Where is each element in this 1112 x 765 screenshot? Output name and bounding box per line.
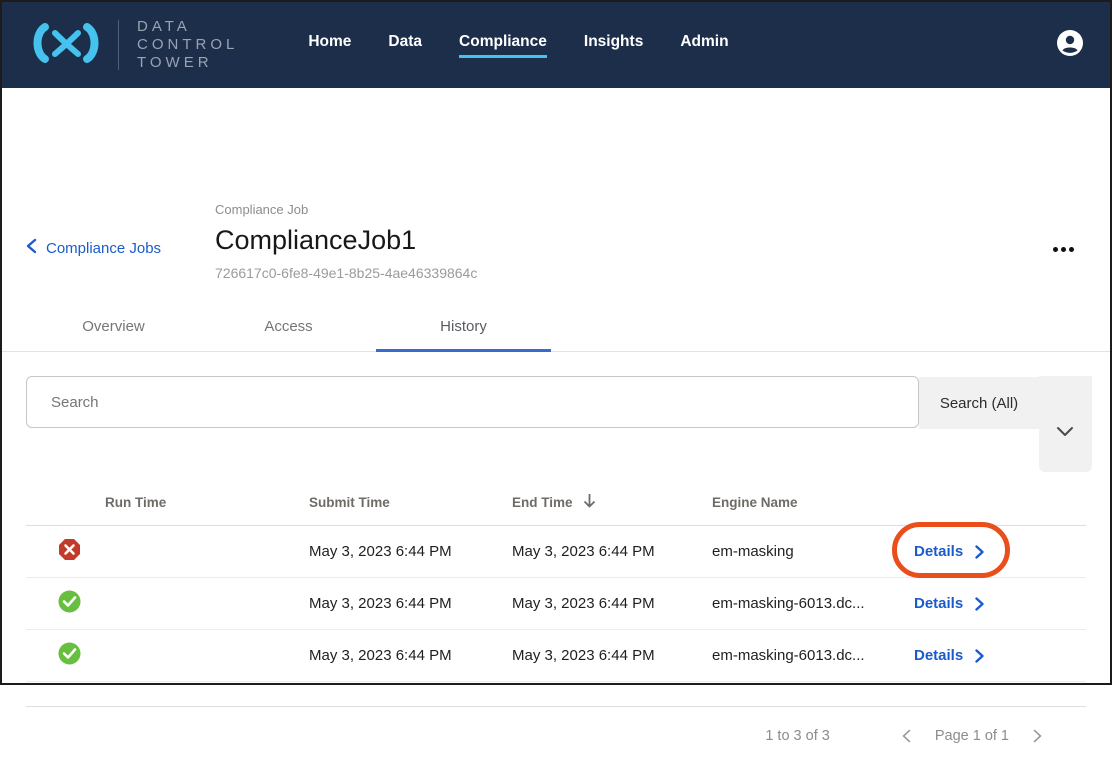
tab-overview[interactable]: Overview xyxy=(26,306,201,352)
end-time-cell: May 3, 2023 6:44 PM xyxy=(512,647,712,664)
column-header-end-time[interactable]: End Time xyxy=(512,493,712,512)
user-avatar-icon[interactable] xyxy=(1056,29,1084,62)
table-row: May 3, 2023 6:44 PM May 3, 2023 6:44 PM … xyxy=(26,526,1086,578)
top-navbar: DATA CONTROL TOWER Home Data Compliance … xyxy=(2,2,1110,88)
search-scope-dropdown-button[interactable] xyxy=(1039,376,1092,472)
engine-name-cell: em-masking xyxy=(712,543,892,560)
page-title: ComplianceJob1 xyxy=(215,225,477,256)
chevron-right-icon xyxy=(1033,729,1042,743)
nav-item-data[interactable]: Data xyxy=(388,33,422,58)
main-nav: Home Data Compliance Insights Admin xyxy=(308,33,728,58)
tab-access[interactable]: Access xyxy=(201,306,376,352)
brand-divider xyxy=(118,20,119,70)
chevron-down-icon xyxy=(1056,426,1074,437)
submit-time-cell: May 3, 2023 6:44 PM xyxy=(309,595,512,612)
end-time-cell: May 3, 2023 6:44 PM xyxy=(512,595,712,612)
nav-item-insights[interactable]: Insights xyxy=(584,33,643,58)
search-scope-selector[interactable]: Search (All) xyxy=(919,377,1039,429)
pagination-bar: 1 to 3 of 3 Page 1 of 1 xyxy=(2,707,1110,765)
end-time-cell: May 3, 2023 6:44 PM xyxy=(512,543,712,560)
table-footer-spacer xyxy=(26,682,1086,707)
sort-desc-icon xyxy=(583,493,596,512)
status-success-icon xyxy=(58,642,81,670)
previous-page-button[interactable] xyxy=(898,725,915,747)
table-header-row: Run Time Submit Time End Time Engine Nam… xyxy=(26,480,1086,526)
status-error-icon xyxy=(58,538,81,566)
table-row: May 3, 2023 6:44 PM May 3, 2023 6:44 PM … xyxy=(26,630,1086,682)
delphix-logo-icon[interactable] xyxy=(28,17,104,74)
ellipsis-icon xyxy=(1053,247,1058,252)
entity-type-label: Compliance Job xyxy=(215,202,477,217)
chevron-right-icon xyxy=(975,545,984,559)
brand-line: CONTROL xyxy=(137,36,238,54)
column-header-run-time[interactable]: Run Time xyxy=(105,495,309,510)
entity-uuid: 726617c0-6fe8-49e1-8b25-4ae46339864c xyxy=(215,265,477,281)
tab-bar: Overview Access History xyxy=(2,306,1110,352)
details-link[interactable]: Details xyxy=(914,647,984,664)
engine-name-cell: em-masking-6013.dc... xyxy=(712,595,892,612)
submit-time-cell: May 3, 2023 6:44 PM xyxy=(309,543,512,560)
title-block: Compliance Job ComplianceJob1 726617c0-6… xyxy=(215,202,477,281)
engine-name-cell: em-masking-6013.dc... xyxy=(712,647,892,664)
tab-history[interactable]: History xyxy=(376,306,551,352)
brand-line: TOWER xyxy=(137,54,238,72)
submit-time-cell: May 3, 2023 6:44 PM xyxy=(309,647,512,664)
page-header: Compliance Jobs Compliance Job Complianc… xyxy=(2,88,1110,220)
pagination-range-label: 1 to 3 of 3 xyxy=(765,728,830,744)
details-link[interactable]: Details xyxy=(914,543,984,560)
chevron-left-icon xyxy=(902,729,911,743)
more-options-button[interactable] xyxy=(1049,243,1078,256)
column-header-end-time-label: End Time xyxy=(512,495,573,510)
chevron-left-icon xyxy=(26,238,37,258)
search-section: Search (All) xyxy=(2,376,1110,480)
search-scope-label: Search (All) xyxy=(940,395,1018,412)
brand-wordmark: DATA CONTROL TOWER xyxy=(137,18,238,72)
breadcrumb-back-link[interactable]: Compliance Jobs xyxy=(26,238,161,258)
chevron-right-icon xyxy=(975,649,984,663)
column-header-submit-time[interactable]: Submit Time xyxy=(309,495,512,510)
details-label: Details xyxy=(914,543,963,560)
table-row: May 3, 2023 6:44 PM May 3, 2023 6:44 PM … xyxy=(26,578,1086,630)
history-table: Run Time Submit Time End Time Engine Nam… xyxy=(26,480,1086,707)
breadcrumb-label: Compliance Jobs xyxy=(46,240,161,257)
nav-item-home[interactable]: Home xyxy=(308,33,351,58)
pagination-page-label: Page 1 of 1 xyxy=(935,728,1009,744)
run-status-cell xyxy=(26,590,105,618)
nav-item-admin[interactable]: Admin xyxy=(680,33,728,58)
next-page-button[interactable] xyxy=(1029,725,1046,747)
search-input[interactable] xyxy=(26,376,919,428)
column-header-engine-name[interactable]: Engine Name xyxy=(712,495,892,510)
status-success-icon xyxy=(58,590,81,618)
run-status-cell xyxy=(26,642,105,670)
chevron-right-icon xyxy=(975,597,984,611)
nav-item-compliance[interactable]: Compliance xyxy=(459,33,547,58)
ellipsis-icon xyxy=(1069,247,1074,252)
ellipsis-icon xyxy=(1061,247,1066,252)
details-label: Details xyxy=(914,647,963,664)
details-link[interactable]: Details xyxy=(914,595,984,612)
brand-line: DATA xyxy=(137,18,238,36)
run-status-cell xyxy=(26,538,105,566)
details-label: Details xyxy=(914,595,963,612)
